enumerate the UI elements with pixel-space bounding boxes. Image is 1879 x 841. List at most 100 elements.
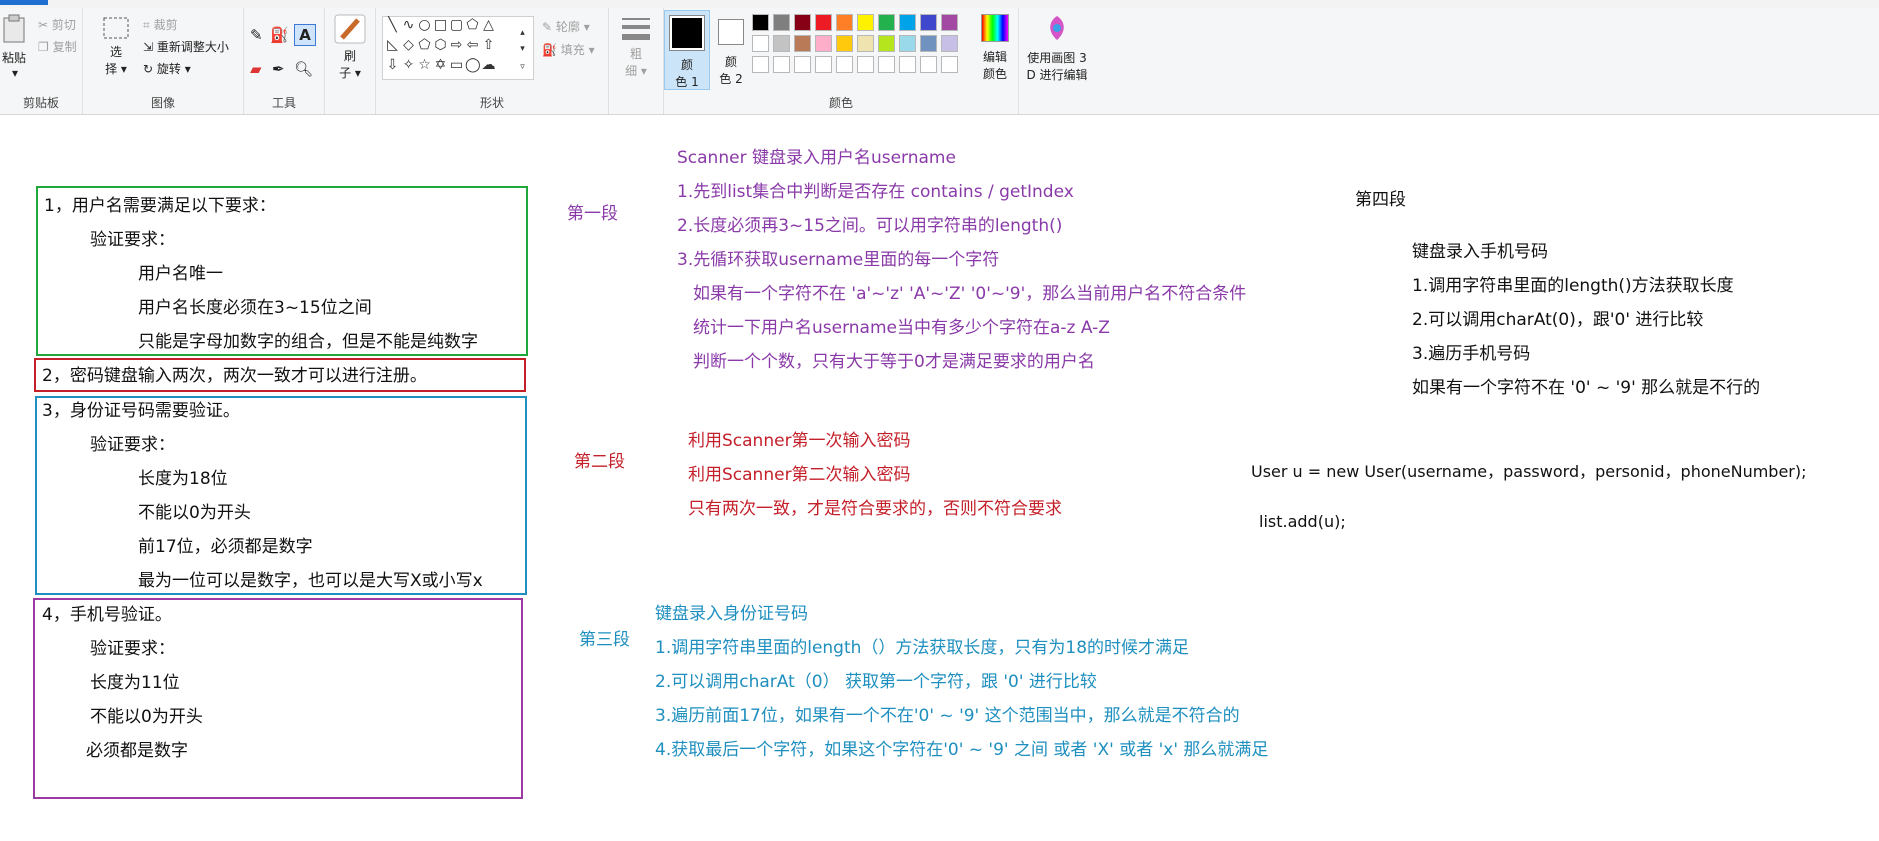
shapes-gallery[interactable]: ╲ ∿ ○ □ ▢ ⬠ △ ◺ ◇ ⬠ ⬡ ⇨ ⇦ ⇧ ⇩ ✧ ☆ ✡ ▭ ◯ … <box>382 16 534 80</box>
outline-button[interactable]: ✎ 轮廓 ▾ <box>542 18 590 35</box>
right-arrow-shape-icon[interactable]: ⇨ <box>449 38 464 52</box>
hexagon-shape-icon[interactable]: ⬡ <box>433 38 448 52</box>
callout-oval-icon[interactable]: ◯ <box>465 58 481 72</box>
custom-color-slot[interactable] <box>941 56 958 73</box>
fill-button[interactable]: ⛽ 填充 ▾ <box>542 41 595 58</box>
palette-swatch[interactable] <box>941 35 958 52</box>
four-point-star-icon[interactable]: ✧ <box>401 58 416 72</box>
text-tool[interactable]: A <box>294 24 316 46</box>
palette-swatch[interactable] <box>857 14 874 31</box>
rectangle-shape-icon[interactable]: □ <box>433 18 448 32</box>
custom-color-slot[interactable] <box>752 56 769 73</box>
rotate-label: 旋转 <box>156 62 181 76</box>
rotate-button[interactable]: ↻ 旋转 ▾ <box>143 60 191 77</box>
pentagon-shape-icon[interactable]: ⬠ <box>417 38 432 52</box>
req1-item: 用户名唯一 <box>138 264 223 284</box>
down-arrow-shape-icon[interactable]: ⇩ <box>385 58 400 72</box>
fill-tool[interactable]: ⛽ <box>270 26 289 44</box>
pencil-tool[interactable]: ✎ <box>250 26 263 44</box>
line-shape-icon[interactable]: ╲ <box>385 18 400 32</box>
req3-item: 不能以0为开头 <box>138 503 251 523</box>
rounded-rect-shape-icon[interactable]: ▢ <box>449 18 464 32</box>
color1-button[interactable]: 颜 色 1 <box>664 10 710 90</box>
eraser-tool[interactable]: ▰ <box>250 60 262 78</box>
palette-swatch[interactable] <box>836 35 853 52</box>
eyedropper-icon: ✒ <box>272 60 285 78</box>
paint3d-button[interactable]: 使用画图 3 D 进行编辑 <box>1024 14 1090 83</box>
paste-button[interactable]: 粘贴 ▾ <box>2 14 32 80</box>
palette-swatch[interactable] <box>794 35 811 52</box>
eraser-icon: ▰ <box>250 60 262 78</box>
oval-shape-icon[interactable]: ○ <box>417 18 432 32</box>
size-group: 粗 细 ▾ <box>609 8 664 114</box>
curve-shape-icon[interactable]: ∿ <box>401 18 416 32</box>
paint3d-label-2: D 进行编辑 <box>1026 68 1088 82</box>
palette-swatch[interactable] <box>815 35 832 52</box>
cut-button[interactable]: ✂ 剪切 <box>38 16 76 33</box>
up-arrow-shape-icon[interactable]: ⇧ <box>481 38 496 52</box>
palette-swatch[interactable] <box>836 14 853 31</box>
custom-color-slot[interactable] <box>836 56 853 73</box>
section-label-2: 第二段 <box>574 452 625 472</box>
palette-swatch[interactable] <box>773 35 790 52</box>
select-button[interactable]: 选 择 ▾ <box>101 16 131 77</box>
req3-box <box>35 396 527 595</box>
palette-swatch[interactable] <box>815 14 832 31</box>
crop-button[interactable]: ⌗ 裁剪 <box>143 16 178 33</box>
select-dropdown-icon[interactable]: ▾ <box>121 62 127 76</box>
callout-rect-icon[interactable]: ▭ <box>449 58 464 72</box>
left-arrow-shape-icon[interactable]: ⇦ <box>465 38 480 52</box>
custom-color-slot[interactable] <box>920 56 937 73</box>
six-point-star-icon[interactable]: ✡ <box>433 58 448 72</box>
gallery-scroll-up-icon[interactable]: ▴ <box>515 27 530 40</box>
palette-swatch[interactable] <box>899 14 916 31</box>
paste-label: 粘贴 <box>2 51 27 65</box>
req3-sub: 验证要求： <box>90 435 175 455</box>
gallery-scroll-down-icon[interactable]: ▾ <box>515 43 530 56</box>
copy-button[interactable]: ❐ 复制 <box>38 38 77 55</box>
polygon-shape-icon[interactable]: ⬠ <box>465 18 480 32</box>
palette-swatch[interactable] <box>857 35 874 52</box>
palette-swatch[interactable] <box>899 35 916 52</box>
custom-color-slot[interactable] <box>773 56 790 73</box>
triangle-shape-icon[interactable]: △ <box>481 18 496 32</box>
req3-item: 长度为18位 <box>138 469 228 489</box>
brushes-button[interactable]: 刷 子 ▾ <box>332 14 368 81</box>
custom-color-slot[interactable] <box>794 56 811 73</box>
palette-swatch[interactable] <box>878 14 895 31</box>
color2-label-1: 颜 <box>724 55 737 69</box>
color-picker-tool[interactable]: ✒ <box>272 60 285 78</box>
edit-colors-button[interactable]: 编辑 颜色 <box>972 14 1018 82</box>
file-menu-tab[interactable] <box>0 0 48 5</box>
custom-color-slot[interactable] <box>857 56 874 73</box>
magnifier-tool[interactable]: 🔍︎ <box>294 60 313 78</box>
paste-dropdown-icon[interactable]: ▾ <box>2 66 32 80</box>
custom-color-slot[interactable] <box>815 56 832 73</box>
palette-swatch[interactable] <box>920 35 937 52</box>
resize-button[interactable]: ⇲ 重新调整大小 <box>143 38 229 55</box>
brushes-label-2-wrap: 子 ▾ <box>332 64 368 81</box>
crop-label: 裁剪 <box>153 18 178 32</box>
palette-swatch[interactable] <box>752 35 769 52</box>
palette-swatch[interactable] <box>878 35 895 52</box>
seg1-line: 2.长度必须再3~15之间。可以用字符串的length() <box>677 216 1063 236</box>
right-triangle-shape-icon[interactable]: ◺ <box>385 38 400 52</box>
palette-swatch[interactable] <box>941 14 958 31</box>
rotate-dropdown-icon[interactable]: ▾ <box>185 62 191 76</box>
custom-color-slot[interactable] <box>899 56 916 73</box>
seg1-line: 1.先到list集合中判断是否存在 contains / getIndex <box>677 182 1074 202</box>
gallery-expand-icon[interactable]: ▿ <box>515 61 530 74</box>
palette-swatch[interactable] <box>920 14 937 31</box>
palette-swatch[interactable] <box>773 14 790 31</box>
size-button[interactable]: 粗 细 ▾ <box>619 14 653 79</box>
five-point-star-icon[interactable]: ☆ <box>417 58 432 72</box>
palette-swatch[interactable] <box>752 14 769 31</box>
palette-swatch[interactable] <box>794 14 811 31</box>
color2-label-2: 色 2 <box>719 72 743 86</box>
diamond-shape-icon[interactable]: ◇ <box>401 38 416 52</box>
magnifier-icon: 🔍︎ <box>294 60 314 78</box>
callout-cloud-icon[interactable]: ☁ <box>481 58 496 72</box>
custom-color-slot[interactable] <box>878 56 895 73</box>
brushes-dropdown-icon[interactable]: ▾ <box>355 66 361 80</box>
color2-button[interactable]: 颜 色 2 <box>710 10 752 88</box>
